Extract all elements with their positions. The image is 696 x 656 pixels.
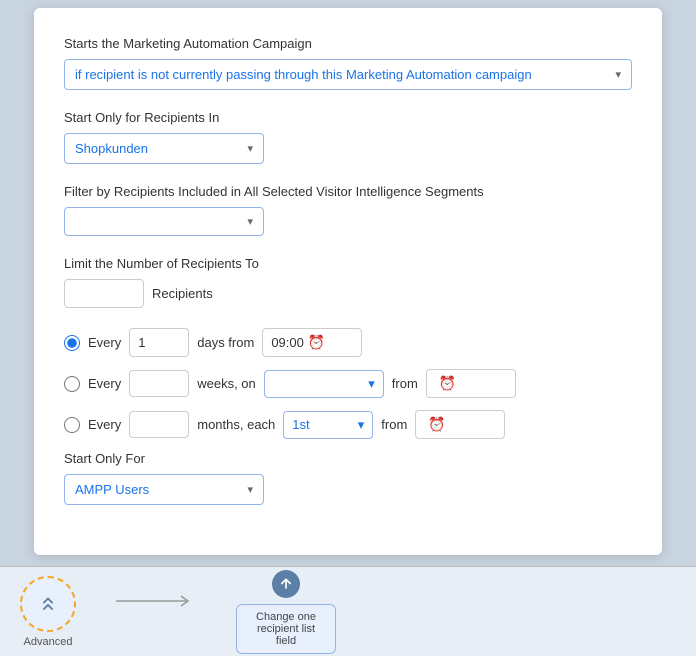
section-recipients-in: Start Only for Recipients In Shopkunden …	[64, 110, 632, 164]
radio-weeks-from-label: from	[392, 376, 418, 391]
radio-months[interactable]	[64, 417, 80, 433]
recipients-unit-label: Recipients	[152, 286, 213, 301]
advanced-node-circle	[20, 576, 76, 632]
radio-months-from-label: from	[381, 417, 407, 432]
change-field-icon	[272, 570, 300, 598]
recipients-row: Recipients	[64, 279, 632, 308]
months-time-picker[interactable]: ⏰	[415, 410, 505, 439]
months-value-input[interactable]	[129, 411, 189, 438]
recipients-in-dropdown-value: Shopkunden	[75, 141, 247, 156]
dialog-card: Starts the Marketing Automation Campaign…	[34, 8, 662, 555]
weeks-time-picker[interactable]: ⏰	[426, 369, 516, 398]
workflow-bar: Advanced Change one recipient list field	[0, 566, 696, 656]
section5-label: Start Only For	[64, 451, 632, 466]
radio-row-days: Every days from 09:00 ⏰	[64, 328, 632, 357]
section-filter-segments: Filter by Recipients Included in All Sel…	[64, 184, 632, 236]
start-only-for-dropdown-value: AMPP Users	[75, 482, 247, 497]
radio-days-every-label: Every	[88, 335, 121, 350]
radio-row-months: Every months, each 1st ▾ from ⏰	[64, 410, 632, 439]
workflow-node-advanced: Advanced	[20, 576, 76, 648]
section-campaign-start: Starts the Marketing Automation Campaign…	[64, 36, 632, 90]
campaign-dropdown-value: if recipient is not currently passing th…	[75, 67, 615, 82]
months-day-chevron-icon: ▾	[358, 417, 365, 433]
weeks-day-dropdown[interactable]: ▾	[264, 370, 384, 398]
section-start-only-for: Start Only For AMPP Users ▾	[64, 451, 632, 505]
months-day-dropdown-value: 1st	[292, 417, 309, 432]
radio-days-from-label: days from	[197, 335, 254, 350]
weeks-day-chevron-icon: ▾	[368, 376, 375, 392]
days-time-picker[interactable]: 09:00 ⏰	[262, 328, 362, 357]
filter-segments-chevron-icon: ▾	[247, 215, 253, 228]
weeks-value-input[interactable]	[129, 370, 189, 397]
radio-weeks[interactable]	[64, 376, 80, 392]
section3-label: Filter by Recipients Included in All Sel…	[64, 184, 632, 199]
radio-days[interactable]	[64, 335, 80, 351]
start-only-for-chevron-icon: ▾	[247, 483, 253, 496]
section2-label: Start Only for Recipients In	[64, 110, 632, 125]
advanced-node-label: Advanced	[24, 636, 73, 648]
section-limit-recipients: Limit the Number of Recipients To Recipi…	[64, 256, 632, 308]
workflow-node-change-field: Change one recipient list field	[236, 570, 336, 654]
workflow-arrow-icon	[116, 592, 196, 616]
recipients-in-dropdown[interactable]: Shopkunden ▾	[64, 133, 264, 164]
start-only-for-dropdown[interactable]: AMPP Users ▾	[64, 474, 264, 505]
days-value-input[interactable]	[129, 328, 189, 357]
radio-row-weeks: Every weeks, on ▾ from ⏰	[64, 369, 632, 398]
campaign-dropdown-chevron-icon: ▾	[615, 68, 621, 81]
radio-months-every-label: Every	[88, 417, 121, 432]
section4-label: Limit the Number of Recipients To	[64, 256, 632, 271]
weeks-clock-icon: ⏰	[439, 375, 456, 392]
campaign-dropdown[interactable]: if recipient is not currently passing th…	[64, 59, 632, 90]
months-clock-icon: ⏰	[428, 416, 445, 433]
months-day-dropdown[interactable]: 1st ▾	[283, 411, 373, 439]
radio-weeks-on-label: weeks, on	[197, 376, 256, 391]
change-field-box: Change one recipient list field	[236, 604, 336, 654]
recipients-count-input[interactable]	[64, 279, 144, 308]
radio-months-each-label: months, each	[197, 417, 275, 432]
radio-weeks-every-label: Every	[88, 376, 121, 391]
section1-label: Starts the Marketing Automation Campaign	[64, 36, 632, 51]
recipients-in-chevron-icon: ▾	[247, 142, 253, 155]
days-time-value: 09:00	[271, 335, 304, 350]
days-clock-icon: ⏰	[308, 334, 325, 351]
filter-segments-dropdown[interactable]: ▾	[64, 207, 264, 236]
change-field-label: Change one recipient list field	[256, 611, 316, 647]
